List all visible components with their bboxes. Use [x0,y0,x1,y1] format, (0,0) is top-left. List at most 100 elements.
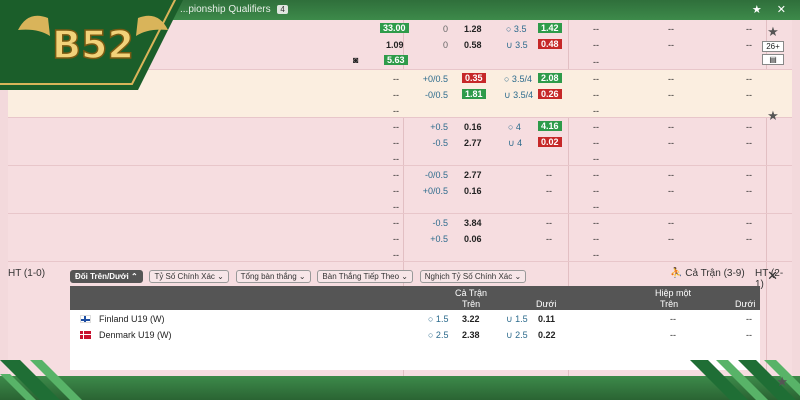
total-line: ○ 4 [508,122,521,132]
empty-value: -- [746,186,752,196]
empty-value: -- [593,250,599,260]
odds-value[interactable]: 0.48 [538,39,562,49]
full-time-score: ⛹ Cả Trận (3-9) [670,268,745,279]
empty-value: -- [593,186,599,196]
tab-over-under[interactable]: Đối Trên/Dưới ⌃ [70,270,143,283]
handicap: -0.5 [432,138,448,148]
empty-value: -- [593,24,599,34]
tab-reverse-correct-score[interactable]: Nghịch Tỷ Số Chính Xác ⌄ [419,270,527,283]
empty-value: -- [593,170,599,180]
odds-value[interactable]: 1.09 [386,40,404,50]
empty-value: -- [546,186,552,196]
odds-value[interactable]: 0.06 [464,234,482,244]
empty-value: -- [746,40,752,50]
odds-value[interactable]: 2.77 [464,138,482,148]
empty-value: -- [746,74,752,84]
odds-row: -- -0.5 3.84 -- -- -- -- -- +0.5 0.06 --… [8,214,792,262]
col-under: Dưới [536,299,557,309]
empty-value: -- [546,170,552,180]
odds-value[interactable]: 0.16 [464,122,482,132]
favorite-star-icon[interactable]: ★ [776,374,788,390]
favorite-star-icon[interactable]: ★ [762,24,784,40]
empty-value: -- [393,138,399,148]
empty-value: -- [746,90,752,100]
favorite-star-icon[interactable]: ★ [762,108,784,124]
empty-value: -- [668,74,674,84]
empty-value: -- [593,90,599,100]
odds-value[interactable]: 0.22 [538,330,556,340]
odds-value[interactable]: 0.16 [464,186,482,196]
empty-value: -- [593,218,599,228]
empty-value: -- [668,234,674,244]
empty-value: -- [746,218,752,228]
odds-value[interactable]: 2.77 [464,170,482,180]
full-time-label: Cả Trận (3-9) [685,268,745,279]
b52-logo: B52 [0,0,183,90]
empty-value: -- [393,154,399,164]
odds-value[interactable]: 0.26 [538,89,562,99]
tv-icon[interactable]: ◙ [353,55,358,65]
handicap: +0.5 [430,234,448,244]
empty-value: -- [593,154,599,164]
tab-next-goal[interactable]: Bàn Thắng Tiếp Theo ⌄ [317,270,413,283]
tab-label: Đối Trên/Dưới [75,272,129,281]
handicap: +0.5 [430,122,448,132]
total-line: ∪ 3.5/4 [504,90,534,100]
odds-value[interactable]: 2.38 [462,330,480,340]
odds-value[interactable]: 4.16 [538,121,562,131]
market-tabs: Đối Trên/Dưới ⌃ Tỷ Số Chính Xác ⌄ Tổng b… [70,270,530,284]
more-markets-button[interactable]: 26+ [762,41,784,52]
decorative-stripes-left [0,360,82,400]
empty-value: -- [593,57,599,67]
empty-value: -- [746,24,752,34]
odds-value[interactable]: 33.00 [380,23,409,33]
odds-value[interactable]: 0.58 [464,40,482,50]
empty-value: -- [668,186,674,196]
team-name: Denmark U19 (W) [99,330,172,340]
odds-value[interactable]: 3.22 [462,314,480,324]
denmark-flag-icon [80,331,91,339]
col-over-half: Trên [660,299,679,309]
chevron-down-icon: ⌄ [514,272,522,281]
chevron-up-icon: ⌃ [130,272,138,281]
empty-value: -- [746,170,752,180]
logo-text: B52 [52,23,134,67]
stats-icon[interactable]: ▤ [762,54,784,65]
odds-value[interactable]: 1.42 [538,23,562,33]
odds-value[interactable]: 5.63 [384,55,408,65]
odds-row: -- -0/0.5 2.77 -- -- -- -- -- +0/0.5 0.1… [8,166,792,214]
empty-value: -- [393,90,399,100]
empty-value: -- [668,90,674,100]
tab-correct-score[interactable]: Tỷ Số Chính Xác ⌄ [149,270,229,283]
empty-value: -- [393,186,399,196]
chevron-down-icon: ⌄ [217,272,224,281]
empty-value: -- [668,138,674,148]
empty-value: -- [593,106,599,116]
empty-value: -- [393,218,399,228]
empty-value: -- [393,122,399,132]
close-icon[interactable]: ✕ [767,268,778,284]
odds-value[interactable]: 0.35 [462,73,486,83]
team-name: Finland U19 (W) [99,314,165,324]
odds-value[interactable]: 0.02 [538,137,562,147]
odds-value[interactable]: 3.84 [464,218,482,228]
tab-label: Tổng bàn thắng [240,272,297,281]
match-count-badge: 4 [277,5,288,14]
odds-value[interactable]: 1.28 [464,24,482,34]
group-full-match: Cả Trận [455,288,488,298]
handicap: +0/0.5 [422,186,448,196]
col-over: Trên [462,299,481,309]
odds-value[interactable]: 1.81 [462,89,486,99]
side-actions: ★ 26+ ▤ [762,24,784,65]
total-line: ○ 3.5/4 [504,74,532,84]
odds-value[interactable]: 0.11 [538,314,555,324]
empty-value: -- [393,250,399,260]
panel-header: Cả Trận Hiệp một Trên Dưới Trên Dưới [70,286,760,310]
col-under-half: Dưới [735,299,756,309]
tab-total-goals[interactable]: Tổng bàn thắng ⌄ [235,270,311,283]
empty-value: -- [746,314,752,324]
top-right-icons[interactable]: ★ ✕ [752,3,792,16]
odds-value[interactable]: 2.08 [538,73,562,83]
total-line: ○ 3.5 [506,24,527,34]
empty-value: -- [593,138,599,148]
